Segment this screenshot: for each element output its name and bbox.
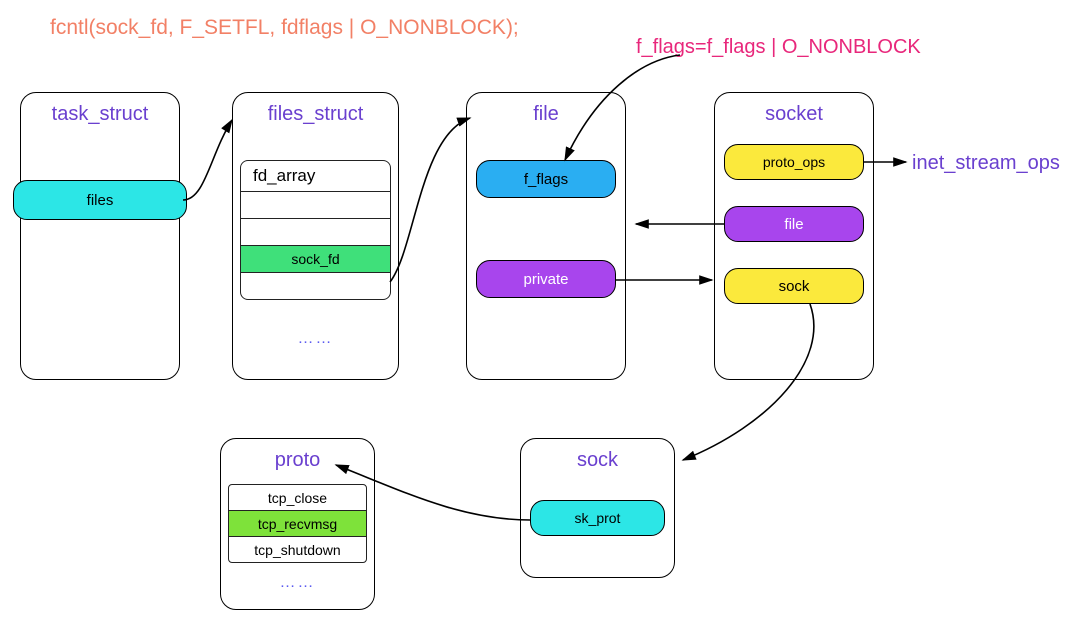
socket-file: file [724, 206, 864, 242]
task-struct-files: files [13, 180, 187, 220]
fd-row [241, 192, 390, 219]
code-line: fcntl(sock_fd, F_SETFL, fdflags | O_NONB… [50, 16, 519, 40]
fd-array-header: fd_array [241, 161, 390, 192]
fd-array-table: fd_array sock_fd [240, 160, 391, 300]
task-struct-box: task_struct [20, 92, 180, 380]
proto-table: tcp_close tcp_recvmsg tcp_shutdown [228, 484, 367, 563]
task-struct-title: task_struct [21, 103, 179, 126]
fd-array-ellipsis: …… [240, 326, 391, 352]
sock-skprot: sk_prot [530, 500, 665, 536]
sock-title: sock [521, 449, 674, 472]
file-private: private [476, 260, 616, 298]
file-fflags: f_flags [476, 160, 616, 198]
proto-row-recvmsg: tcp_recvmsg [229, 511, 366, 537]
socket-sock: sock [724, 268, 864, 304]
proto-row: tcp_close [229, 485, 366, 511]
file-box: file [466, 92, 626, 380]
arrow-files-to-filesstruct [183, 120, 232, 200]
inet-stream-ops-label: inet_stream_ops [912, 152, 1060, 175]
files-struct-title: files_struct [233, 103, 398, 126]
flags-annotation: f_flags=f_flags | O_NONBLOCK [636, 36, 921, 59]
file-title: file [467, 103, 625, 126]
proto-title: proto [221, 449, 374, 472]
fd-row [241, 219, 390, 246]
proto-ellipsis: …… [228, 570, 367, 596]
fd-row-sockfd: sock_fd [241, 246, 390, 273]
arrow-sockfd-to-file [390, 118, 470, 282]
proto-row: tcp_shutdown [229, 537, 366, 562]
socket-title: socket [715, 103, 873, 126]
socket-proto-ops: proto_ops [724, 144, 864, 180]
fd-row [241, 273, 390, 299]
